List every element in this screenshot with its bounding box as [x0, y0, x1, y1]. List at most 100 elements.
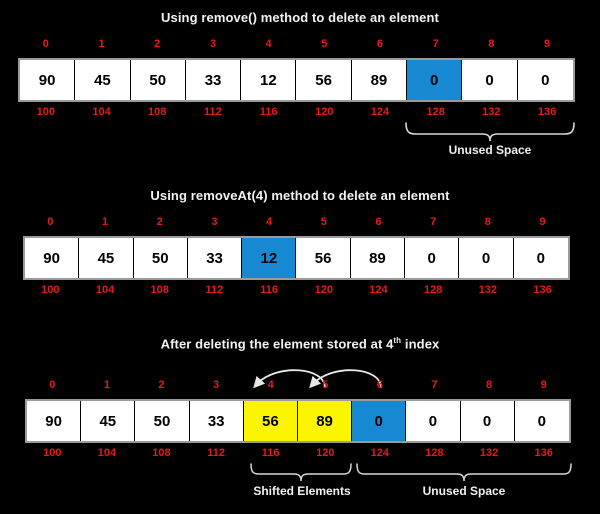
array-cell-highlighted[interactable]: 0	[407, 60, 463, 100]
address-label: 132	[478, 284, 498, 296]
address-label: 128	[426, 106, 445, 118]
section-3-title-suffix: index	[401, 336, 440, 352]
array-cell[interactable]: 0	[517, 60, 573, 100]
index-label: 7	[430, 216, 437, 228]
unused-space-brace-3	[355, 462, 575, 484]
address-label: 124	[370, 106, 390, 118]
index-label: 2	[154, 38, 161, 50]
index-label: 8	[484, 216, 491, 228]
address-label: 116	[261, 447, 280, 459]
array-cell[interactable]: 89	[350, 238, 406, 278]
index-label: 4	[266, 216, 273, 228]
array-cell[interactable]: 33	[187, 238, 243, 278]
address-label: 104	[92, 106, 111, 118]
index-label: 5	[320, 216, 327, 228]
array-container-1: 90 45 50 33 12 56 89 0 0 0	[18, 58, 575, 102]
array-cell[interactable]: 0	[460, 401, 515, 441]
array-cell[interactable]: 90	[27, 401, 82, 441]
array-cell[interactable]: 45	[81, 401, 136, 441]
index-label: 8	[488, 38, 495, 50]
section-3-address-row: 100 104 108 112 116 120 124 128 132 136	[25, 447, 571, 459]
index-label: 1	[98, 38, 105, 50]
index-label: 5	[322, 379, 329, 391]
array-cell[interactable]: 50	[133, 238, 188, 278]
array-cell[interactable]: 90	[25, 238, 80, 278]
unused-space-brace-1	[404, 121, 576, 143]
address-label: 120	[316, 447, 335, 459]
index-label: 3	[209, 38, 216, 50]
array-cell[interactable]: 45	[75, 60, 131, 100]
array-cell[interactable]: 45	[79, 238, 134, 278]
index-label: 4	[267, 379, 274, 391]
array-cell-shifted[interactable]: 89	[297, 401, 353, 441]
unused-space-label-1: Unused Space	[448, 143, 532, 157]
index-label: 9	[539, 216, 546, 228]
array-cell[interactable]: 0	[406, 401, 461, 441]
index-label: 9	[540, 379, 547, 391]
address-label: 136	[537, 106, 557, 118]
array-cell[interactable]: 90	[20, 60, 76, 100]
index-label: 6	[376, 38, 384, 50]
address-label: 108	[148, 106, 167, 118]
section-2-address-row: 100 104 108 112 116 120 124 128 132 136	[23, 284, 570, 296]
index-label: 2	[158, 379, 165, 391]
array-container-3: 90 45 50 33 56 89 0 0 0 0	[25, 399, 571, 443]
address-label: 112	[205, 284, 224, 296]
index-label: 7	[431, 379, 438, 391]
index-label: 8	[485, 379, 493, 391]
shifted-elements-brace	[249, 462, 355, 484]
address-label: 112	[207, 447, 225, 459]
index-label: 9	[543, 38, 551, 50]
array-cell[interactable]: 0	[459, 238, 514, 278]
array-cell-shifted[interactable]: 56	[243, 401, 298, 441]
index-label: 0	[49, 379, 56, 391]
address-label: 120	[314, 284, 333, 296]
index-label: 0	[42, 38, 49, 50]
address-label: 136	[533, 284, 552, 296]
address-label: 124	[369, 284, 388, 296]
section-1-index-row: 0 1 2 3 4 5 6 7 8 9	[18, 38, 575, 50]
array-cell[interactable]: 89	[351, 60, 408, 100]
address-label: 108	[152, 447, 171, 459]
array-cell[interactable]: 0	[405, 238, 460, 278]
array-cell-highlighted[interactable]: 0	[352, 401, 407, 441]
index-label: 1	[103, 379, 110, 391]
section-3-title-main: After deleting the element stored at 4	[160, 336, 394, 352]
address-label: 108	[150, 284, 169, 296]
array-cell[interactable]: 50	[130, 60, 186, 100]
index-label: 5	[321, 38, 328, 50]
address-label: 112	[204, 106, 222, 118]
array-cell[interactable]: 56	[296, 238, 351, 278]
array-cell[interactable]: 12	[241, 60, 297, 100]
address-label: 128	[425, 447, 444, 459]
array-cell[interactable]: 33	[189, 401, 244, 441]
address-label: 136	[534, 447, 553, 459]
array-cell-highlighted[interactable]: 12	[242, 238, 297, 278]
array-cell[interactable]: 50	[135, 401, 190, 441]
shifted-elements-label: Shifted Elements	[253, 484, 351, 498]
index-label: 6	[375, 216, 382, 228]
index-label: 2	[156, 216, 163, 228]
unused-space-label-3: Unused Space	[422, 484, 506, 498]
array-cell[interactable]: 0	[513, 238, 568, 278]
address-label: 104	[95, 284, 115, 296]
section-1-title: Using remove() method to delete an eleme…	[161, 10, 439, 25]
address-label: 132	[479, 447, 499, 459]
section-2-index-row: 0 1 2 3 4 5 6 7 8 9	[23, 216, 570, 228]
array-cell[interactable]: 0	[514, 401, 569, 441]
array-cell[interactable]: 33	[185, 60, 242, 100]
address-label: 100	[43, 447, 62, 459]
section-3-title: After deleting the element stored at 4th…	[0, 336, 600, 351]
address-label: 104	[97, 447, 117, 459]
section-3-index-row: 0 1 2 3 4 5 6 7 8 9	[25, 379, 571, 391]
index-label: 3	[213, 379, 220, 391]
address-label: 132	[482, 106, 501, 118]
array-cell[interactable]: 0	[462, 60, 518, 100]
address-label: 124	[370, 447, 390, 459]
address-label: 120	[315, 106, 334, 118]
address-label: 116	[259, 106, 278, 118]
index-label: 3	[211, 216, 218, 228]
array-cell[interactable]: 56	[296, 60, 352, 100]
address-label: 100	[41, 284, 60, 296]
address-label: 116	[260, 284, 278, 296]
